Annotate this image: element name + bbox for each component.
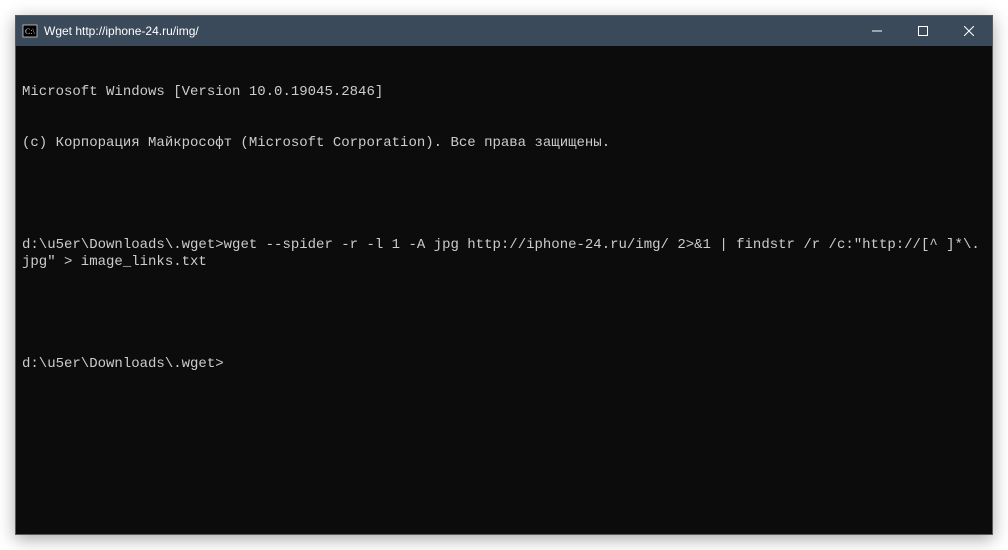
copyright-line: (c) Корпорация Майкрософт (Microsoft Cor… <box>22 135 986 152</box>
titlebar-left: C:\ Wget http://iphone-24.ru/img/ <box>16 23 199 39</box>
blank-line <box>22 186 986 203</box>
prompt-path: d:\u5er\Downloads\.wget> <box>22 356 224 372</box>
titlebar[interactable]: C:\ Wget http://iphone-24.ru/img/ <box>16 16 992 46</box>
prompt-line-1: d:\u5er\Downloads\.wget>wget --spider -r… <box>22 237 986 271</box>
close-button[interactable] <box>946 16 992 46</box>
terminal-output[interactable]: Microsoft Windows [Version 10.0.19045.28… <box>16 46 992 534</box>
prompt-path: d:\u5er\Downloads\.wget> <box>22 237 224 253</box>
terminal-app-icon: C:\ <box>22 23 38 39</box>
window-title: Wget http://iphone-24.ru/img/ <box>44 24 199 38</box>
maximize-button[interactable] <box>900 16 946 46</box>
prompt-line-2: d:\u5er\Downloads\.wget> <box>22 356 986 373</box>
terminal-window: C:\ Wget http://iphone-24.ru/img/ Micros… <box>15 15 993 535</box>
version-line: Microsoft Windows [Version 10.0.19045.28… <box>22 84 986 101</box>
minimize-button[interactable] <box>854 16 900 46</box>
blank-line <box>22 305 986 322</box>
titlebar-controls <box>854 16 992 46</box>
svg-text:C:\: C:\ <box>25 27 36 36</box>
